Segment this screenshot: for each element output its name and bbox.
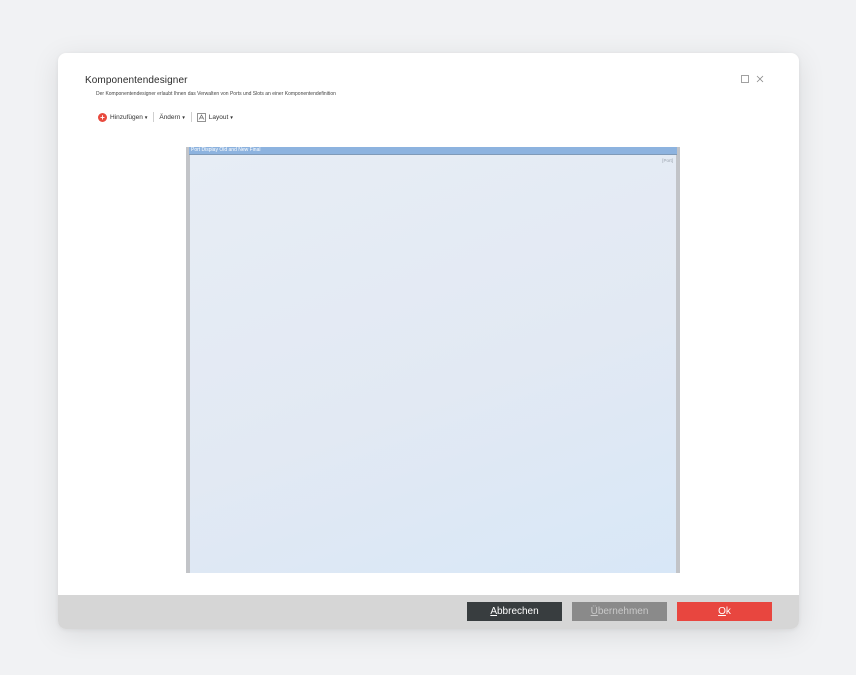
ok-label: k xyxy=(725,606,731,617)
apply-mnemonic: Ü xyxy=(590,606,598,617)
port-label[interactable]: [Port] xyxy=(662,158,673,163)
layout-icon xyxy=(196,112,206,122)
layout-menu-label: Layout xyxy=(208,113,229,121)
toolbar-separator xyxy=(190,112,192,122)
maximize-icon xyxy=(741,75,749,83)
add-icon: + xyxy=(98,112,107,122)
component-designer-dialog: Komponentendesigner Der Komponentendesig… xyxy=(58,53,799,629)
dialog-footer: Abbrechen Übernehmen Ok xyxy=(58,595,799,629)
caret-down-icon: ▼ xyxy=(143,114,149,120)
add-menu-button[interactable]: + Hinzufügen ▼ xyxy=(96,112,150,122)
change-menu-button[interactable]: Ändern ▼ xyxy=(157,114,187,121)
close-button[interactable] xyxy=(754,73,766,85)
designer-canvas[interactable]: Port Display Old and New Final [Port] xyxy=(186,147,680,573)
toolbar: + Hinzufügen ▼ Ändern ▼ Layout ▼ xyxy=(96,110,236,124)
ok-mnemonic: O xyxy=(718,606,726,617)
dialog-subtitle: Der Komponentendesigner erlaubt Ihnen da… xyxy=(96,91,336,97)
close-icon xyxy=(756,75,764,83)
caret-down-icon: ▼ xyxy=(181,114,186,120)
component-title-bar[interactable]: Port Display Old and New Final xyxy=(189,147,677,155)
toolbar-separator xyxy=(153,112,155,122)
maximize-button[interactable] xyxy=(739,73,751,85)
apply-label: bernehmen xyxy=(597,606,649,617)
layout-menu-button[interactable]: Layout ▼ xyxy=(195,112,236,122)
ok-button[interactable]: Ok xyxy=(677,602,772,621)
cancel-label: bbrechen xyxy=(496,606,539,617)
change-menu-label: Ändern xyxy=(159,113,181,121)
cancel-mnemonic: A xyxy=(490,606,497,617)
component-body[interactable]: [Port] xyxy=(190,155,676,573)
dialog-title: Komponentendesigner xyxy=(85,75,188,86)
apply-button[interactable]: Übernehmen xyxy=(572,602,667,621)
cancel-button[interactable]: Abbrechen xyxy=(467,602,562,621)
caret-down-icon: ▼ xyxy=(229,114,234,120)
add-menu-label: Hinzufügen xyxy=(110,113,143,121)
